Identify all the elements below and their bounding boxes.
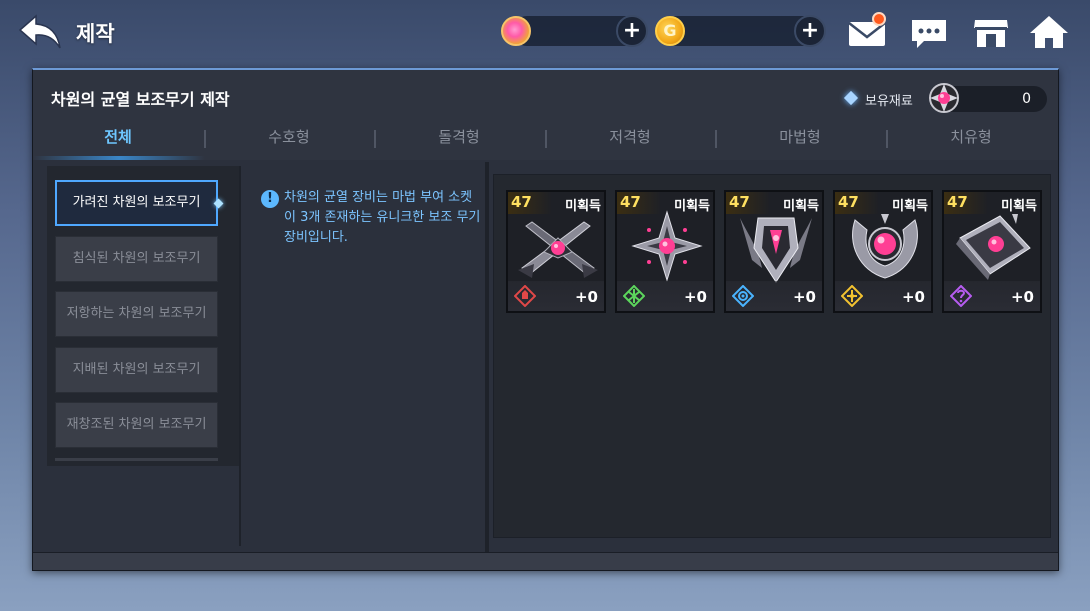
tab-all[interactable]: 전체 [33, 122, 203, 156]
category-dominated[interactable]: 지배된 차원의 보조무기 [55, 347, 218, 393]
panel-header: 차원의 균열 보조무기 제작 보유재료 0 전체 수호형 돌격형 저격형 마법형 [33, 70, 1058, 160]
enhance-level: +0 [683, 288, 707, 306]
crafting-panel: 차원의 균열 보조무기 제작 보유재료 0 전체 수호형 돌격형 저격형 마법형 [32, 68, 1059, 571]
gem-currency-icon [501, 16, 531, 46]
grimoire-icon [950, 208, 1038, 284]
winged-shield-icon [732, 208, 820, 284]
item-card[interactable]: 47 미획득 +0 [724, 190, 824, 313]
magic-class-icon [840, 284, 864, 308]
item-level: 47 [947, 193, 968, 211]
enhance-level: +0 [901, 288, 925, 306]
info-text: 차원의 균열 장비는 마법 부여 소켓이 3개 존재하는 유니크한 보조 무기 … [284, 190, 481, 245]
item-card[interactable]: 47 미획득 +0 [833, 190, 933, 313]
panel-footer [33, 552, 1058, 570]
tank-class-icon [513, 284, 537, 308]
item-status: 미획득 [1001, 199, 1037, 214]
tab-assault[interactable]: 돌격형 [374, 122, 544, 156]
chat-icon[interactable] [908, 12, 950, 52]
enhance-level: +0 [574, 288, 598, 306]
list-scroll-edge [55, 458, 218, 461]
add-gold-button[interactable]: + [794, 15, 826, 47]
dimension-material-icon [927, 81, 961, 115]
add-gem-button[interactable]: + [616, 15, 648, 47]
info-icon: ! [261, 190, 279, 208]
orb-amulet-icon [841, 208, 929, 284]
category-resisting[interactable]: 저항하는 차원의 보조무기 [55, 291, 218, 337]
page-title: 제작 [76, 22, 115, 46]
owned-material-count: 0 [1022, 91, 1031, 107]
tab-healer[interactable]: 치유형 [886, 122, 1056, 156]
item-level: 47 [511, 193, 532, 211]
enhance-level: +0 [1010, 288, 1034, 306]
top-bar: 제작 + G + [0, 0, 1090, 64]
diamond-bullet-icon [843, 90, 859, 106]
column-divider [239, 166, 241, 546]
gold-currency-icon: G [655, 16, 685, 46]
tab-magic[interactable]: 마법형 [715, 122, 885, 156]
enhance-level: +0 [792, 288, 816, 306]
item-level: 47 [729, 193, 750, 211]
class-tabs: 전체 수호형 돌격형 저격형 마법형 치유형 [33, 122, 1058, 158]
back-arrow-icon[interactable] [18, 12, 64, 52]
item-status: 미획득 [674, 199, 710, 214]
category-list: 가려진 차원의 보조무기 침식된 차원의 보조무기 저항하는 차원의 보조무기 … [47, 166, 239, 466]
category-eroded[interactable]: 침식된 차원의 보조무기 [55, 236, 218, 282]
column-divider [485, 162, 489, 554]
healer-class-icon [949, 284, 973, 308]
item-card[interactable]: 47 미획득 +0 [942, 190, 1042, 313]
owned-material-label: 보유재료 [865, 94, 913, 109]
home-icon[interactable] [1028, 12, 1070, 52]
item-level: 47 [838, 193, 859, 211]
panel-title: 차원의 균열 보조무기 제작 [51, 90, 230, 109]
item-status: 미획득 [565, 199, 601, 214]
crossed-blades-icon [514, 208, 602, 284]
item-status: 미획득 [892, 199, 928, 214]
star-shuriken-icon [623, 208, 711, 284]
item-level: 47 [620, 193, 641, 211]
tab-sniper[interactable]: 저격형 [545, 122, 715, 156]
active-tab-underline [33, 156, 205, 160]
item-card[interactable]: 47 미획득 +0 [506, 190, 606, 313]
item-status: 미획득 [783, 199, 819, 214]
category-recreated[interactable]: 재창조된 차원의 보조무기 [55, 402, 218, 448]
category-veiled[interactable]: 가려진 차원의 보조무기 [55, 180, 218, 226]
shop-icon[interactable] [970, 12, 1012, 52]
notification-badge [872, 12, 886, 26]
sniper-class-icon [731, 284, 755, 308]
tab-guardian[interactable]: 수호형 [204, 122, 374, 156]
assault-class-icon [622, 284, 646, 308]
item-card[interactable]: 47 미획득 +0 [615, 190, 715, 313]
